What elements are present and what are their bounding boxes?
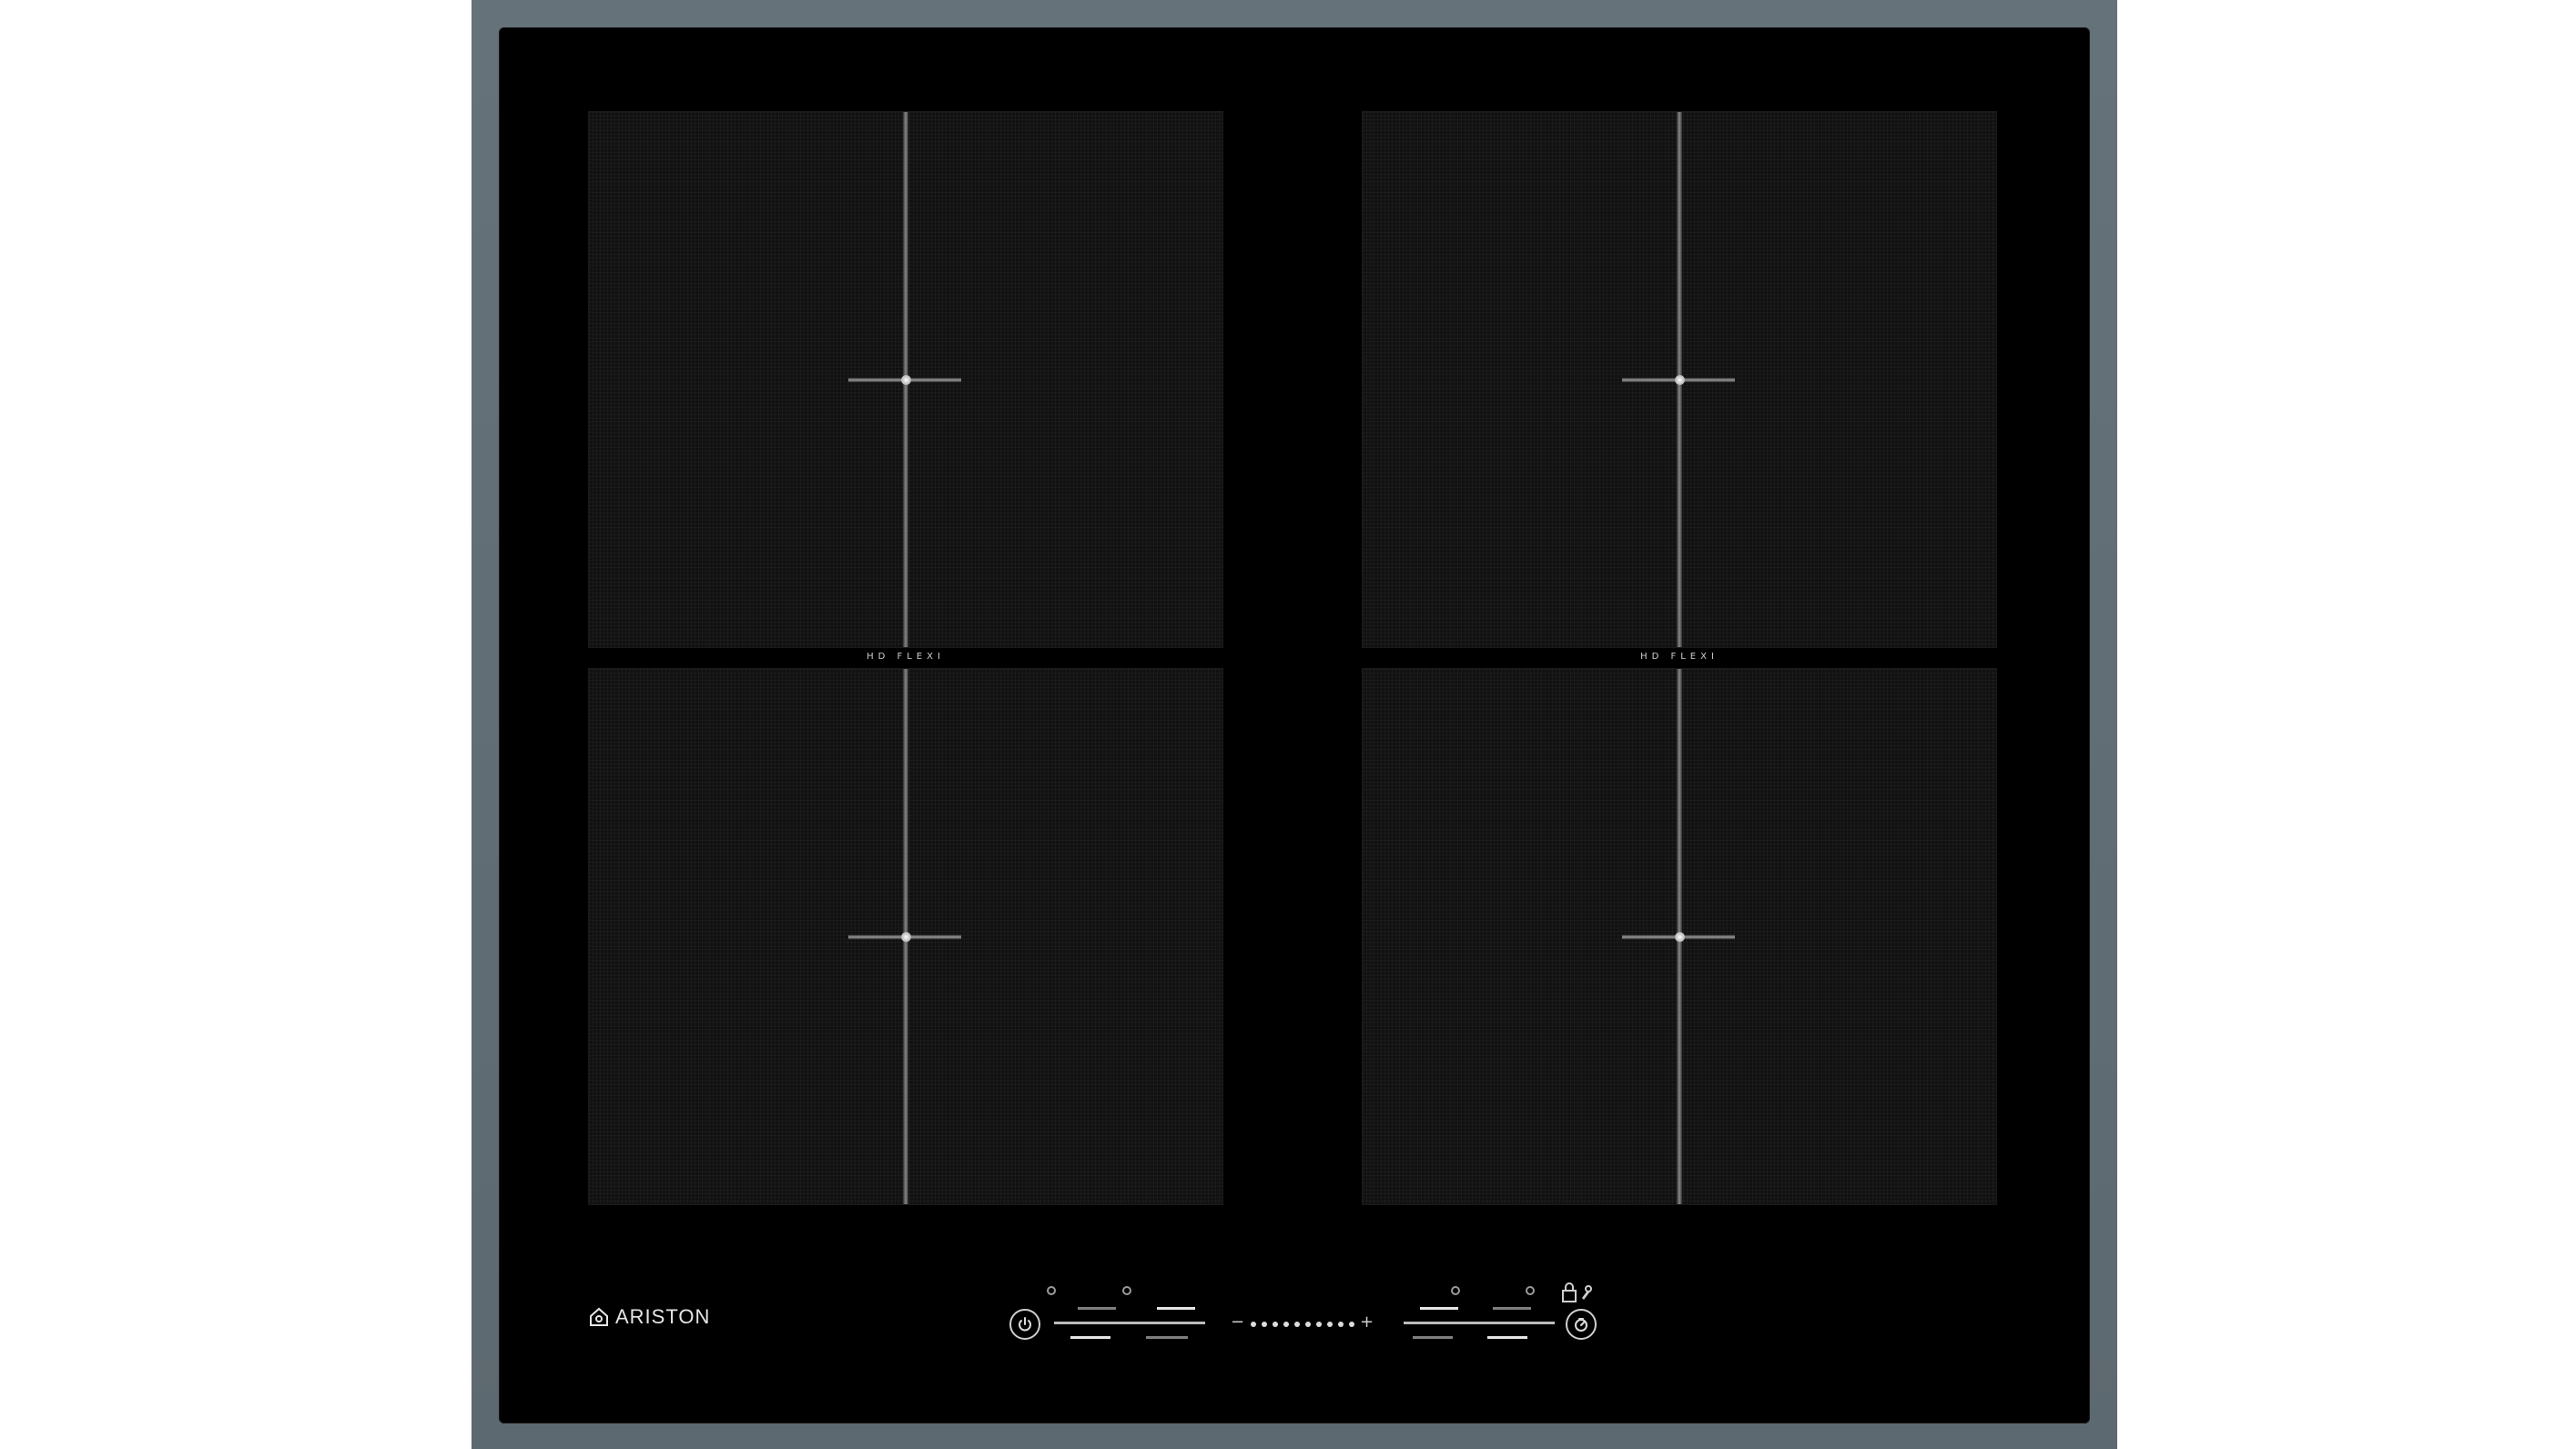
zone-select-left-top-a[interactable] bbox=[1078, 1307, 1116, 1310]
black-glass-top: HD FLEXI HD FLEXI ARISTON − + bbox=[499, 27, 2090, 1424]
zone-select-right-top-b[interactable] bbox=[1493, 1307, 1531, 1310]
slider-plus[interactable]: + bbox=[1360, 1314, 1374, 1331]
zone-center-dot bbox=[901, 375, 911, 385]
hd-flexi-label-left: HD FLEXI bbox=[867, 652, 945, 662]
zone-center-dot bbox=[1675, 375, 1685, 385]
slider-dot[interactable] bbox=[1316, 1322, 1322, 1327]
zone-indicator-left-1 bbox=[1047, 1286, 1056, 1295]
zone-select-left-bottom-b[interactable] bbox=[1146, 1336, 1188, 1339]
cooking-zone-top-right bbox=[1362, 111, 1997, 648]
zone-indicator-right-1 bbox=[1451, 1286, 1460, 1295]
power-button[interactable] bbox=[1009, 1309, 1040, 1340]
timer-button[interactable] bbox=[1566, 1309, 1597, 1340]
zone-indicator-left-2 bbox=[1122, 1286, 1131, 1295]
zone-select-left-bottom-a[interactable] bbox=[1070, 1336, 1111, 1339]
left-zones-divider bbox=[1054, 1322, 1205, 1324]
slider-dot[interactable] bbox=[1283, 1322, 1289, 1327]
cooking-zone-bottom-left bbox=[588, 668, 1223, 1205]
slider-dot[interactable] bbox=[1327, 1322, 1333, 1327]
hd-flexi-label-right: HD FLEXI bbox=[1640, 652, 1719, 662]
zone-select-right-bottom-b[interactable] bbox=[1487, 1336, 1527, 1339]
slider-dot[interactable] bbox=[1294, 1322, 1300, 1327]
slider-dot[interactable] bbox=[1338, 1322, 1344, 1327]
slider-dot[interactable] bbox=[1273, 1322, 1278, 1327]
cooking-zone-top-left bbox=[588, 111, 1223, 648]
zone-select-right-top-a[interactable] bbox=[1420, 1307, 1458, 1310]
right-zones-divider bbox=[1404, 1322, 1555, 1324]
power-icon bbox=[1019, 1317, 1031, 1332]
touch-control-panel: − + bbox=[499, 1280, 2090, 1371]
slider-dot[interactable] bbox=[1305, 1322, 1311, 1327]
timer-icon bbox=[1575, 1318, 1587, 1332]
lock-icon[interactable] bbox=[1560, 1282, 1600, 1305]
cooking-zone-bottom-right bbox=[1362, 668, 1997, 1205]
zone-center-dot bbox=[901, 932, 911, 942]
zone-center-dot bbox=[1675, 932, 1685, 942]
zone-select-left-top-b[interactable] bbox=[1157, 1307, 1195, 1310]
slider-dot[interactable] bbox=[1262, 1322, 1267, 1327]
slider-dot[interactable] bbox=[1349, 1322, 1354, 1327]
hob-product-image: HD FLEXI HD FLEXI ARISTON − + bbox=[0, 0, 2576, 1449]
zone-select-right-bottom-a[interactable] bbox=[1413, 1336, 1453, 1339]
slider-minus[interactable]: − bbox=[1231, 1314, 1244, 1331]
zone-indicator-right-2 bbox=[1526, 1286, 1535, 1295]
stainless-frame: HD FLEXI HD FLEXI ARISTON − + bbox=[472, 0, 2117, 1449]
slider-dot[interactable] bbox=[1251, 1322, 1256, 1327]
